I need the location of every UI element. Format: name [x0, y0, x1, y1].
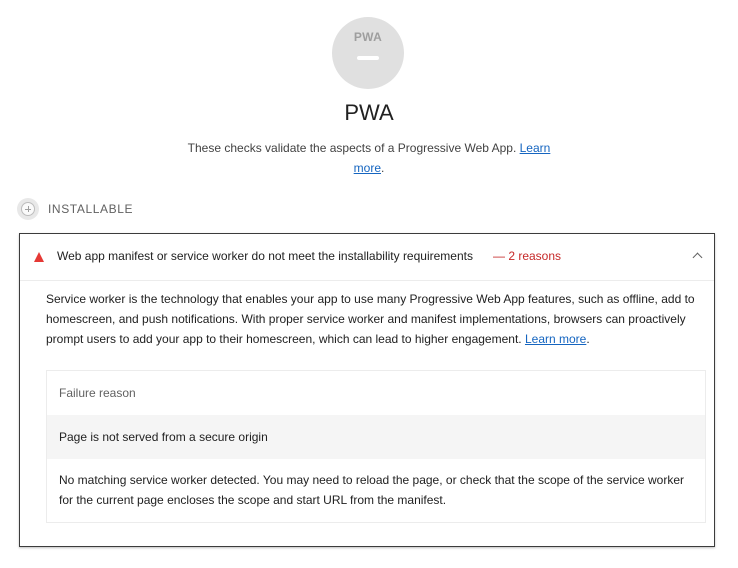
pwa-gauge: PWA — [332, 17, 404, 89]
audit-header[interactable]: Web app manifest or service worker do no… — [20, 234, 714, 281]
chevron-up-icon[interactable] — [692, 252, 703, 263]
warning-triangle-icon — [34, 252, 44, 262]
gauge-dash-icon — [357, 56, 379, 60]
category-description: These checks validate the aspects of a P… — [175, 138, 563, 178]
lighthouse-pwa-report: PWA PWA These checks validate the aspect… — [0, 0, 738, 568]
audit-installability: Web app manifest or service worker do no… — [19, 233, 715, 547]
table-header: Failure reason — [47, 371, 705, 415]
group-label: INSTALLABLE — [48, 202, 134, 216]
table-header-label: Failure reason — [59, 386, 136, 400]
audit-description-text: Service worker is the technology that en… — [46, 292, 695, 346]
table-cell: Page is not served from a secure origin — [59, 430, 268, 444]
category-description-period: . — [381, 161, 385, 175]
plus-circle-icon — [17, 198, 39, 220]
table-cell: No matching service worker detected. You… — [59, 473, 685, 507]
audit-title: Web app manifest or service worker do no… — [57, 249, 473, 263]
audit-learn-more-link[interactable]: Learn more — [525, 332, 586, 346]
gauge-label: PWA — [353, 30, 383, 44]
audit-description-period: . — [586, 332, 590, 346]
failure-reasons-table: Failure reason Page is not served from a… — [46, 370, 706, 523]
table-row: No matching service worker detected. You… — [47, 459, 705, 522]
audit-description: Service worker is the technology that en… — [46, 289, 710, 349]
audit-reasons-count: — 2 reasons — [493, 249, 562, 263]
group-header-installable: INSTALLABLE — [17, 198, 133, 220]
category-title: PWA — [344, 100, 394, 125]
category-description-text: These checks validate the aspects of a P… — [187, 141, 517, 155]
table-row: Page is not served from a secure origin — [47, 415, 705, 459]
